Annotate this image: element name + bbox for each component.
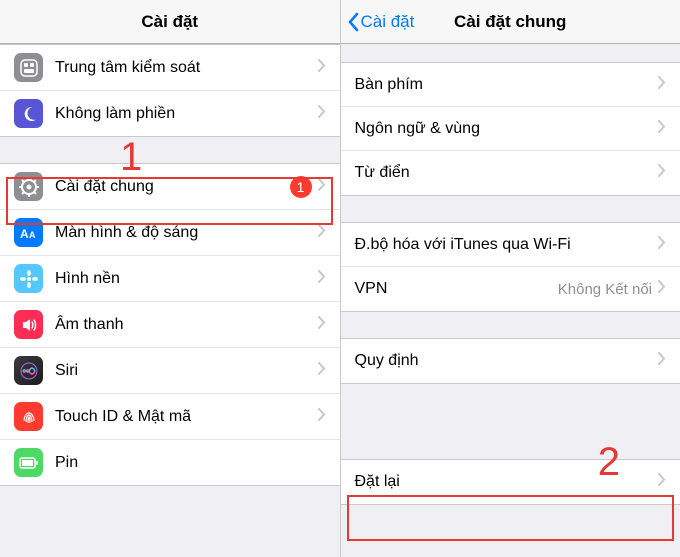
row-label: Âm thanh [55, 316, 318, 334]
general-pane: Cài đặt Cài đặt chung Bàn phím Ngôn ngữ … [340, 0, 680, 557]
row-label: Đ.bộ hóa với iTunes qua Wi-Fi [355, 236, 659, 254]
row-label: Từ điển [355, 164, 659, 182]
svg-text:A: A [29, 230, 36, 240]
row-keyboard[interactable]: Bàn phím [341, 63, 680, 107]
chevron-right-icon [658, 473, 666, 491]
chevron-left-icon [347, 12, 359, 32]
row-language-region[interactable]: Ngôn ngữ & vùng [341, 107, 680, 151]
row-label: Trung tâm kiểm soát [55, 59, 318, 77]
chevron-right-icon [658, 164, 666, 182]
page-title: Cài đặt chung [454, 12, 566, 32]
navbar-right: Cài đặt Cài đặt chung [341, 0, 680, 44]
chevron-right-icon [658, 120, 666, 138]
chevron-right-icon [318, 224, 326, 242]
group-gap [0, 137, 340, 163]
chevron-right-icon [658, 352, 666, 370]
settings-group-2: Cài đặt chung 1 AA Màn hình & độ sáng Hì… [0, 163, 340, 486]
settings-pane: Cài đặt Trung tâm kiểm soát Không làm ph… [0, 0, 340, 557]
back-button[interactable]: Cài đặt [347, 12, 415, 32]
row-regulatory[interactable]: Quy định [341, 339, 680, 383]
row-dictionary[interactable]: Từ điển [341, 151, 680, 195]
chevron-right-icon [658, 280, 666, 298]
group-gap [341, 196, 680, 222]
settings-group-1: Trung tâm kiểm soát Không làm phiền [0, 44, 340, 137]
siri-icon [14, 356, 43, 385]
row-label: Ngôn ngữ & vùng [355, 120, 659, 138]
row-reset[interactable]: Đặt lại [341, 460, 680, 504]
text-size-icon: AA [14, 218, 43, 247]
row-vpn[interactable]: VPN Không Kết nối [341, 267, 680, 311]
row-label: Màn hình & độ sáng [55, 224, 318, 242]
row-label: Touch ID & Mật mã [55, 408, 318, 426]
row-label: Không làm phiền [55, 105, 318, 123]
battery-icon [14, 448, 43, 477]
row-general[interactable]: Cài đặt chung 1 [0, 164, 340, 210]
general-group-1: Bàn phím Ngôn ngữ & vùng Từ điển [341, 62, 680, 196]
group-gap [341, 312, 680, 338]
row-siri[interactable]: Siri [0, 348, 340, 394]
back-label: Cài đặt [361, 12, 415, 32]
row-itunes-wifi-sync[interactable]: Đ.bộ hóa với iTunes qua Wi-Fi [341, 223, 680, 267]
general-group-4: Đặt lại [341, 459, 680, 505]
chevron-right-icon [318, 59, 326, 77]
chevron-right-icon [318, 362, 326, 380]
row-label: Đặt lại [355, 473, 659, 491]
fingerprint-icon [14, 402, 43, 431]
row-sounds[interactable]: Âm thanh [0, 302, 340, 348]
row-battery[interactable]: Pin [0, 440, 340, 485]
flower-icon [14, 264, 43, 293]
speaker-icon [14, 310, 43, 339]
row-label: Pin [55, 454, 326, 472]
page-title: Cài đặt [141, 12, 198, 32]
navbar-left: Cài đặt [0, 0, 340, 44]
general-group-3: Quy định [341, 338, 680, 384]
general-list[interactable]: Bàn phím Ngôn ngữ & vùng Từ điển Đ.bộ hó… [341, 44, 680, 557]
row-do-not-disturb[interactable]: Không làm phiền [0, 91, 340, 136]
settings-list[interactable]: Trung tâm kiểm soát Không làm phiền [0, 44, 340, 557]
row-label: Siri [55, 362, 318, 380]
row-label: Cài đặt chung [55, 178, 290, 196]
chevron-right-icon [318, 105, 326, 123]
chevron-right-icon [318, 178, 326, 196]
row-wallpaper[interactable]: Hình nền [0, 256, 340, 302]
group-gap [341, 384, 680, 459]
chevron-right-icon [318, 408, 326, 426]
row-value: Không Kết nối [558, 281, 652, 298]
row-label: VPN [355, 280, 558, 298]
row-label: Quy định [355, 352, 659, 370]
chevron-right-icon [658, 76, 666, 94]
gear-icon [14, 172, 43, 201]
chevron-right-icon [658, 236, 666, 254]
general-group-2: Đ.bộ hóa với iTunes qua Wi-Fi VPN Không … [341, 222, 680, 312]
row-label: Bàn phím [355, 76, 659, 94]
svg-text:A: A [20, 227, 29, 240]
row-label: Hình nền [55, 270, 318, 288]
row-display[interactable]: AA Màn hình & độ sáng [0, 210, 340, 256]
row-touchid[interactable]: Touch ID & Mật mã [0, 394, 340, 440]
notification-badge: 1 [290, 176, 312, 198]
chevron-right-icon [318, 270, 326, 288]
row-control-center[interactable]: Trung tâm kiểm soát [0, 45, 340, 91]
group-gap [341, 44, 680, 62]
control-center-icon [14, 53, 43, 82]
moon-icon [14, 99, 43, 128]
chevron-right-icon [318, 316, 326, 334]
